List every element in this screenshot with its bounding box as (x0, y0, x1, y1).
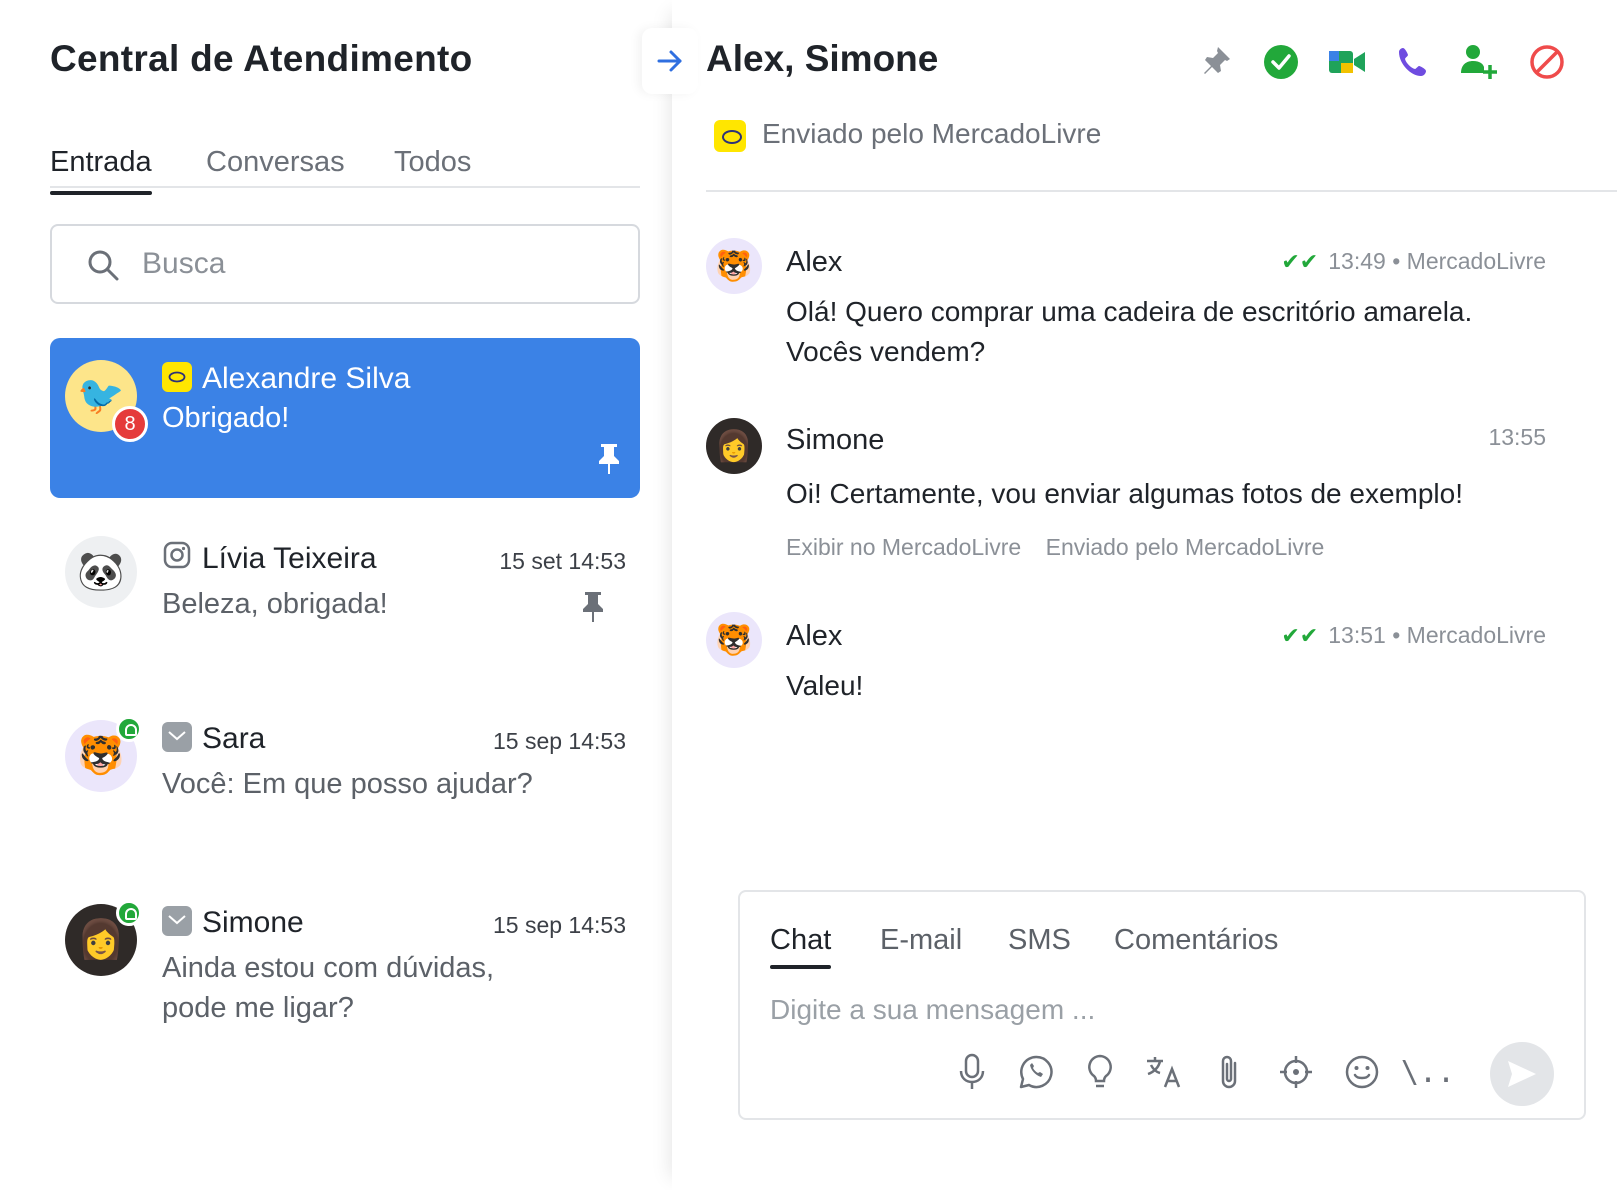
avatar: 👩 (706, 418, 762, 474)
double-check-icon: ✔✔ (1281, 623, 1319, 648)
chat-message: 🐯 Alex ✔✔ 13:49 • MercadoLivre Olá! Quero… (706, 238, 1546, 368)
conversation-preview: Você: Em que posso ajudar? (162, 768, 533, 800)
inbox-icon (162, 722, 192, 752)
collapse-sidebar-button[interactable] (642, 28, 698, 94)
lightbulb-icon[interactable] (1080, 1052, 1120, 1092)
conversation-item-livia-teixeira[interactable]: 🐼 Lívia Teixeira 15 set 14:53 Beleza, ob… (50, 520, 640, 660)
message-links: Exibir no MercadoLivre Enviado pelo Merc… (786, 534, 1342, 561)
video-call-icon[interactable] (1327, 42, 1367, 82)
resolve-check-icon[interactable] (1261, 42, 1301, 82)
conversation-name: Simone (202, 906, 304, 939)
conversation-item-simone[interactable]: 👩 Simone 15 sep 14:53 Ainda estou com dú… (50, 884, 640, 1054)
message-channel: MercadoLivre (1406, 622, 1546, 648)
message-composer: Chat E-mail SMS Comentários \.. (738, 890, 1586, 1120)
mercadolivre-icon (714, 120, 746, 152)
tab-conversas[interactable]: Conversas (206, 146, 345, 179)
message-sender: Alex (786, 620, 843, 652)
tab-chat[interactable]: Chat (770, 924, 832, 969)
online-status-badge (116, 900, 142, 926)
inbox-icon (162, 906, 192, 936)
avatar: 🐼 (65, 536, 137, 608)
online-status-badge (116, 716, 142, 742)
avatar: 🐯 (706, 612, 762, 668)
source-label: Enviado pelo MercadoLivre (762, 118, 1102, 149)
conversation-name: Sara (202, 722, 266, 755)
tab-comments[interactable]: Comentários (1114, 924, 1278, 957)
pin-icon[interactable] (596, 442, 622, 476)
conversation-preview: Ainda estou com dúvidas, pode me ligar? (162, 952, 495, 1024)
chat-message: 👩 Simone 13:55 Oi! Certamente, vou envia… (706, 418, 1546, 568)
conversation-name: Lívia Teixeira (202, 542, 377, 575)
conversation-time: 15 set 14:53 (499, 548, 626, 574)
chat-message: 🐯 Alex ✔✔ 13:51 • MercadoLivre Valeu! (706, 612, 1546, 712)
block-icon[interactable] (1527, 42, 1567, 82)
conversation-item-alexandre-silva[interactable]: 🐦 8 Alexandre Silva Obrigado! (50, 338, 640, 498)
conversation-item-sara[interactable]: 🐯 Sara 15 sep 14:53 Você: Em que posso a… (50, 700, 640, 840)
chat-panel: Alex, Simone Enviado pelo MercadoLivre 🐯… (642, 0, 1617, 1190)
double-check-icon: ✔✔ (1281, 249, 1319, 274)
inbox-sidebar: Central de Atendimento Entrada Conversas… (0, 0, 672, 1190)
tab-todos[interactable]: Todos (394, 146, 471, 179)
tab-entrada[interactable]: Entrada (50, 146, 152, 195)
inbox-tabs: Entrada Conversas Todos (50, 140, 640, 195)
message-channel: MercadoLivre (1406, 248, 1546, 274)
header-divider (706, 190, 1617, 192)
message-text: Valeu! (786, 670, 864, 701)
view-in-mercadolivre-link[interactable]: Exibir no MercadoLivre (786, 534, 1021, 560)
pin-icon[interactable] (580, 590, 606, 624)
chat-title: Alex, Simone (706, 38, 939, 79)
send-icon (1508, 1061, 1536, 1087)
conversation-preview: Beleza, obrigada! (162, 588, 388, 620)
meta-separator: • (1392, 622, 1401, 648)
pin-icon[interactable] (1197, 42, 1237, 82)
microphone-icon[interactable] (952, 1052, 992, 1092)
send-button[interactable] (1490, 1042, 1554, 1106)
tab-sms[interactable]: SMS (1008, 924, 1071, 957)
emoji-icon[interactable] (1342, 1052, 1382, 1092)
sent-via-label: Enviado pelo MercadoLivre (1045, 534, 1325, 560)
add-user-icon[interactable] (1459, 42, 1499, 82)
phone-icon[interactable] (1393, 42, 1433, 82)
search-icon (88, 250, 119, 281)
conversation-preview: Obrigado! (162, 402, 290, 434)
message-text: Oi! Certamente, vou enviar algumas fotos… (786, 478, 1464, 509)
mercadolivre-icon (162, 362, 192, 392)
message-sender: Alex (786, 246, 843, 278)
message-time: 13:51 (1328, 622, 1386, 648)
message-sender: Simone (786, 424, 885, 456)
message-text: Olá! Quero comprar uma cadeira de escrit… (786, 296, 1473, 367)
search-box (50, 224, 640, 304)
unread-count-badge: 8 (112, 406, 148, 442)
tab-email[interactable]: E-mail (880, 924, 962, 957)
whatsapp-icon[interactable] (1016, 1052, 1056, 1092)
message-input[interactable] (770, 990, 1530, 1030)
location-icon[interactable] (1276, 1052, 1316, 1092)
conversation-time: 15 sep 14:53 (492, 912, 626, 938)
message-time: 13:55 (1488, 424, 1546, 450)
shortcut-icon[interactable]: \.. (1401, 1052, 1455, 1092)
conversation-name: Alexandre Silva (202, 362, 411, 395)
message-meta: ✔✔ 13:49 • MercadoLivre (1281, 248, 1546, 275)
meta-separator: • (1392, 248, 1401, 274)
arrow-right-icon (657, 50, 682, 72)
translate-icon[interactable] (1144, 1052, 1184, 1092)
message-time: 13:49 (1328, 248, 1386, 274)
instagram-icon (162, 540, 192, 570)
paperclip-icon[interactable] (1210, 1052, 1250, 1092)
chat-actions (1197, 42, 1617, 82)
search-input[interactable] (142, 244, 602, 284)
message-meta: ✔✔ 13:51 • MercadoLivre (1281, 622, 1546, 649)
avatar: 🐯 (706, 238, 762, 294)
conversation-time: 15 sep 14:53 (492, 728, 626, 754)
app-title: Central de Atendimento (50, 38, 473, 79)
